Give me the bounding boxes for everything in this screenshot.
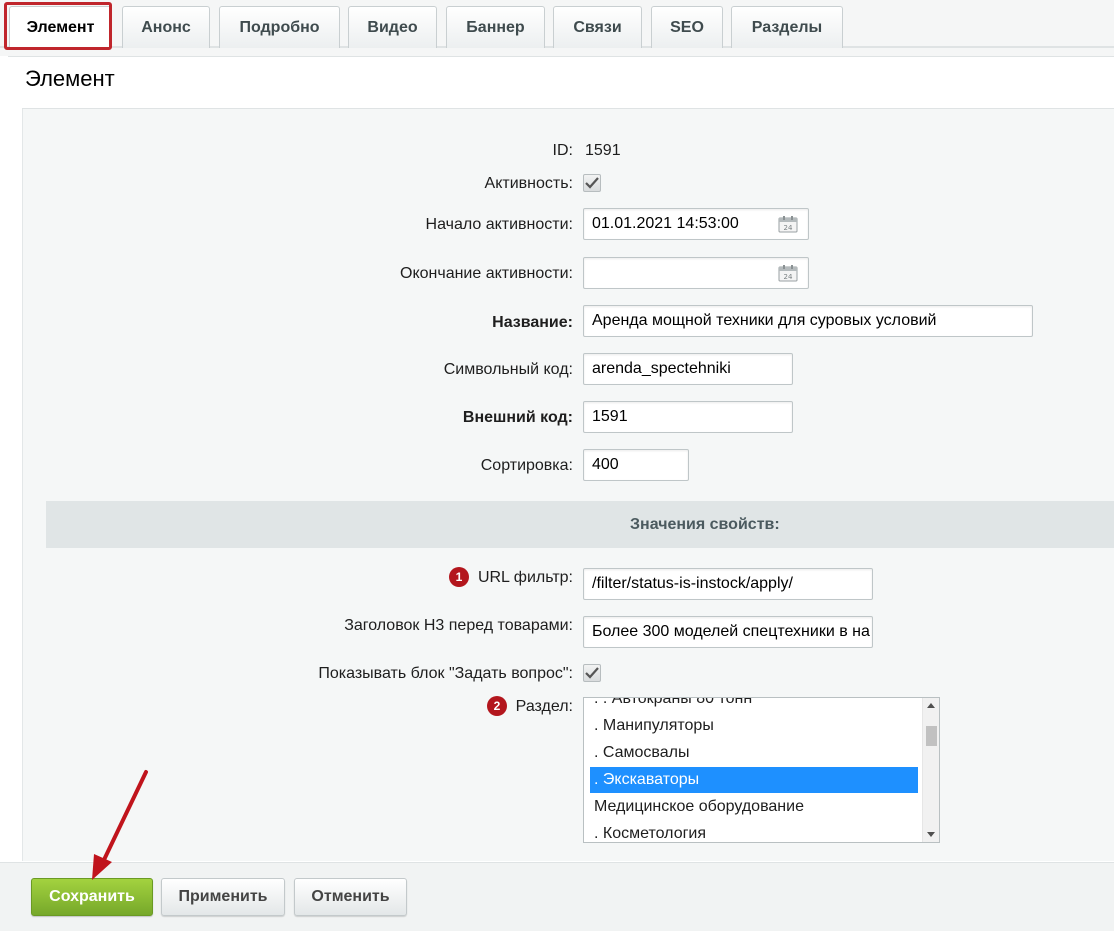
code-label: Символьный код: <box>443 361 573 378</box>
section-option-selected[interactable]: . Экскаваторы <box>590 767 918 793</box>
name-value: Аренда мощной техники для суровых услови… <box>592 312 937 329</box>
step-badge-1: 1 <box>449 567 469 587</box>
section-option[interactable]: . Самосвалы <box>590 740 918 766</box>
tab-announce[interactable]: Анонс <box>122 6 210 48</box>
cancel-button[interactable]: Отменить <box>294 878 407 916</box>
sort-label: Сортировка: <box>480 457 573 474</box>
svg-text:24: 24 <box>784 224 793 232</box>
active-to-label: Окончание активности: <box>400 265 573 282</box>
code-value: arenda_spectehniki <box>592 360 731 377</box>
sort-value: 400 <box>592 456 619 473</box>
active-checkbox[interactable] <box>583 174 601 192</box>
sort-input[interactable]: 400 <box>583 449 689 481</box>
name-input[interactable]: Аренда мощной техники для суровых услови… <box>583 305 1033 337</box>
calendar-icon[interactable]: 24 <box>778 264 798 282</box>
calendar-icon[interactable]: 24 <box>778 215 798 233</box>
svg-text:24: 24 <box>784 273 793 281</box>
xml-id-value: 1591 <box>592 408 628 425</box>
tab-banner[interactable]: Баннер <box>446 6 545 48</box>
active-from-input[interactable]: 01.01.2021 14:53:00 24 <box>583 208 809 240</box>
scroll-down-icon[interactable] <box>927 832 935 837</box>
scroll-thumb[interactable] <box>926 726 937 746</box>
tab-seo[interactable]: SEO <box>651 6 723 48</box>
apply-button[interactable]: Применить <box>161 878 285 916</box>
xml-id-label: Внешний код: <box>462 409 573 426</box>
tab-video[interactable]: Видео <box>348 6 437 48</box>
h3-heading-label: Заголовок H3 перед товарами: <box>344 617 573 634</box>
section-listbox[interactable]: . . Автокраны 80 тонн . Манипуляторы . С… <box>583 697 940 843</box>
scroll-up-icon[interactable] <box>927 703 935 708</box>
page-title: Элемент <box>25 66 115 91</box>
id-value: 1591 <box>585 142 621 159</box>
url-filter-label: URL фильтр: <box>477 569 573 586</box>
properties-heading: Значения свойств: <box>46 501 1114 548</box>
listbox-scrollbar[interactable] <box>922 698 939 842</box>
active-to-input[interactable]: 24 <box>583 257 809 289</box>
active-from-value: 01.01.2021 14:53:00 <box>592 215 739 232</box>
xml-id-input[interactable]: 1591 <box>583 401 793 433</box>
section-label: Раздел: <box>515 698 573 715</box>
section-option[interactable]: . Манипуляторы <box>590 713 918 739</box>
id-label: ID: <box>552 142 573 159</box>
section-option[interactable]: . . Автокраны 80 тонн <box>590 698 918 712</box>
tab-links[interactable]: Связи <box>553 6 642 48</box>
section-option[interactable]: Медицинское оборудование <box>590 794 918 820</box>
tab-details[interactable]: Подробно <box>219 6 340 48</box>
name-label: Название: <box>492 314 573 331</box>
check-icon <box>585 177 599 189</box>
url-filter-input[interactable]: /filter/status-is-instock/apply/ <box>583 568 873 600</box>
h3-heading-value: Более 300 моделей спецтехники в на <box>592 623 870 640</box>
step-badge-2: 2 <box>487 696 507 716</box>
active-label: Активность: <box>484 175 573 192</box>
code-input[interactable]: arenda_spectehniki <box>583 353 793 385</box>
annotation-arrow-icon <box>92 770 148 880</box>
active-from-label: Начало активности: <box>425 216 573 233</box>
show-question-checkbox[interactable] <box>583 664 601 682</box>
section-option[interactable]: . Косметология <box>590 821 918 842</box>
show-question-label: Показывать блок "Задать вопрос": <box>318 665 573 682</box>
url-filter-value: /filter/status-is-instock/apply/ <box>592 575 793 592</box>
h3-heading-input[interactable]: Более 300 моделей спецтехники в на <box>583 616 873 648</box>
tab-sections[interactable]: Разделы <box>731 6 843 48</box>
check-icon <box>585 667 599 679</box>
active-tab-highlight <box>4 2 112 50</box>
